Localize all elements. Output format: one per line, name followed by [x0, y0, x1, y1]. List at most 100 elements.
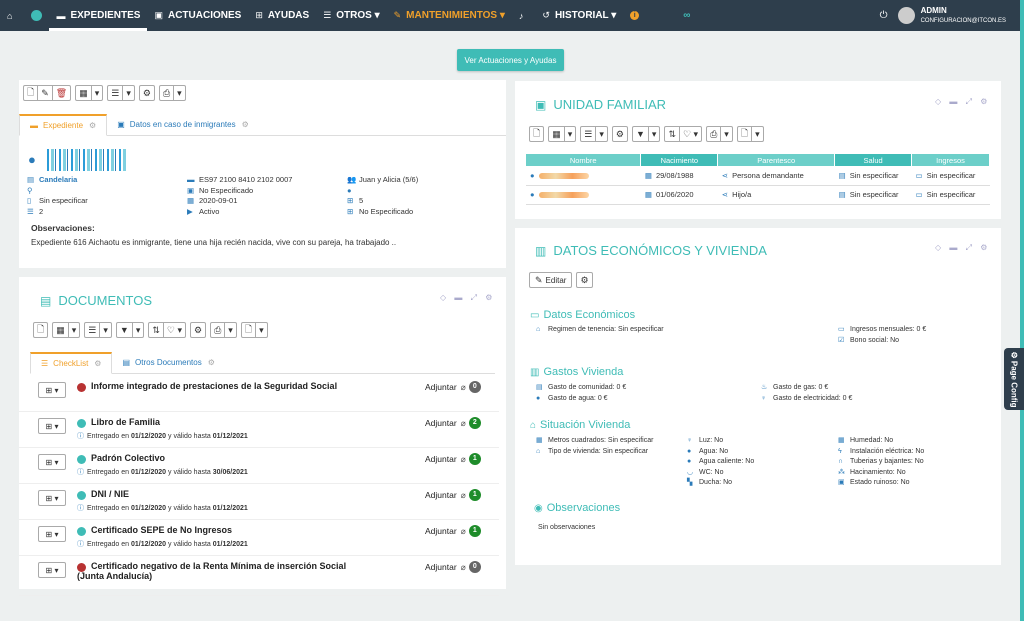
list-dropdown[interactable]: ▾: [123, 85, 135, 101]
print-dropdown[interactable]: ▾: [225, 322, 237, 338]
list-dropdown[interactable]: ▾: [596, 126, 608, 142]
layout-button[interactable]: ▦: [548, 126, 565, 142]
ver-actuaciones-button[interactable]: Ver Actuaciones y Ayudas: [457, 49, 564, 71]
tab-expediente[interactable]: ▬ Expediente ⚙: [19, 114, 108, 136]
filter-dropdown[interactable]: ▾: [132, 322, 145, 338]
nav-mantenimientos[interactable]: ✎ MANTENIMIENTOS ▾: [387, 0, 512, 31]
tab-checklist[interactable]: ☰ CheckList ⚙: [30, 352, 113, 374]
list-button[interactable]: ☰: [580, 126, 597, 142]
print-dropdown[interactable]: ▾: [721, 126, 733, 142]
list-item[interactable]: ⊞ ▾ Certificado SEPE de No Ingresos ⓘ Entre…: [19, 520, 499, 556]
new-doc-button[interactable]: 🗋: [33, 322, 49, 338]
layout-dropdown[interactable]: ▾: [68, 322, 81, 338]
editar-button[interactable]: ✎ Editar: [529, 272, 573, 288]
col-parentesco[interactable]: Parentesco: [717, 154, 836, 166]
list-button[interactable]: ☰: [84, 322, 101, 338]
list-item[interactable]: ⊞ ▾ Certificado negativo de la Renta Míni…: [19, 556, 499, 596]
col-ingresos[interactable]: Ingresos: [911, 154, 990, 166]
panel-controls[interactable]: ◇ ▬ ⤢ ⚙: [935, 97, 990, 107]
list-item[interactable]: ⊞ ▾ Libro de Familia ⓘ Entregado en 01/12/2…: [19, 412, 499, 448]
page-config-tab[interactable]: ⚙ Page Config: [1004, 348, 1024, 410]
filter-dropdown[interactable]: ▾: [648, 126, 661, 142]
user-area: ⏻ ADMIN configuracion@itcon.es: [880, 0, 1020, 31]
link-button[interactable]: ∞: [676, 0, 697, 31]
sort-button[interactable]: ⇅: [148, 322, 164, 338]
list-dropdown[interactable]: ▾: [100, 322, 112, 338]
col-nacimiento[interactable]: Nacimiento: [640, 154, 719, 166]
home-link[interactable]: ⌂: [0, 0, 24, 31]
paperclip-icon: ⌀: [460, 525, 466, 536]
list-item[interactable]: ⊞ ▾ Padrón Colectivo ⓘ Entregado en 01/12/2…: [19, 448, 499, 484]
print-button[interactable]: ⎙: [158, 85, 175, 101]
plus-square-icon: ⊞: [255, 10, 263, 20]
nav-ayudas[interactable]: ⊞ AYUDAS: [248, 0, 316, 31]
adjuntar-button[interactable]: Adjuntar ⌀ 2: [425, 417, 481, 429]
nav-actuaciones[interactable]: ▣ ACTUACIONES: [147, 0, 248, 31]
list-item[interactable]: ⊞ ▾ DNI / NIE ⓘ Entregado en 01/12/2020 y v…: [19, 484, 499, 520]
new-doc-button[interactable]: 🗋: [529, 126, 545, 142]
layout-dropdown[interactable]: ▾: [91, 85, 104, 101]
settings-button[interactable]: ⚙: [190, 322, 207, 338]
nav-historial[interactable]: ↺ HISTORIAL ▾: [535, 0, 623, 31]
export-dropdown[interactable]: ▾: [752, 126, 764, 142]
shower-icon: ▚: [687, 479, 693, 486]
share-icon: ⋖: [721, 170, 729, 180]
row-actions-dropdown[interactable]: ⊞ ▾: [38, 526, 66, 542]
health-icon: ▤: [838, 170, 846, 180]
building-icon: ▤: [27, 175, 35, 184]
print-dropdown[interactable]: ▾: [174, 85, 186, 101]
panel-controls[interactable]: ◇ ▬ ⤢ ⚙: [440, 293, 495, 303]
print-button[interactable]: ⎙: [706, 126, 722, 142]
list-icon: ☰: [27, 206, 34, 216]
row-actions-dropdown[interactable]: ⊞ ▾: [38, 454, 66, 470]
filter-button[interactable]: ▼: [631, 126, 649, 142]
user-info[interactable]: ADMIN configuracion@itcon.es: [921, 6, 1006, 26]
col-salud[interactable]: Salud: [834, 154, 913, 166]
adjuntar-button[interactable]: Adjuntar ⌀ 1: [425, 525, 481, 537]
info-button[interactable]: i: [623, 0, 646, 31]
list-button[interactable]: ☰: [107, 85, 124, 101]
settings-button[interactable]: ⚙: [576, 272, 593, 288]
sort-button[interactable]: ⇅: [664, 126, 680, 142]
filter-button[interactable]: ▼: [115, 322, 133, 338]
table-row[interactable]: ● ▦ 29/08/1988 ⋖ Persona demandante ▤ Sin e…: [526, 166, 990, 186]
panel-controls[interactable]: ◇ ▬ ⤢ ⚙: [935, 243, 990, 253]
settings-button[interactable]: ⚙: [138, 85, 155, 101]
layout-button[interactable]: ▦: [75, 85, 92, 101]
notifications-button[interactable]: ♪: [512, 0, 536, 31]
layout-button[interactable]: ▦: [52, 322, 69, 338]
pipe-icon: ∩: [838, 458, 844, 465]
export-button[interactable]: 🗋: [240, 322, 257, 338]
export-dropdown[interactable]: ▾: [256, 322, 268, 338]
table-row[interactable]: ● ▦ 01/06/2020 ⋖ Hijo/a ▤ Sin especificar ▭…: [526, 185, 990, 205]
row-actions-dropdown[interactable]: ⊞ ▾: [38, 562, 66, 578]
adjuntar-button[interactable]: Adjuntar ⌀ 0: [425, 381, 481, 393]
adjuntar-button[interactable]: Adjuntar ⌀ 1: [425, 489, 481, 501]
row-actions-dropdown[interactable]: ⊞ ▾: [38, 382, 66, 398]
power-icon[interactable]: ⏻: [880, 10, 888, 21]
settings-button[interactable]: ⚙: [611, 126, 628, 142]
globe-link[interactable]: [24, 0, 49, 31]
adjuntar-button[interactable]: Adjuntar ⌀ 1: [425, 453, 481, 465]
nav-expedientes[interactable]: ▬ EXPEDIENTES: [49, 0, 148, 31]
favorite-dropdown[interactable]: ♡ ▾: [163, 322, 186, 338]
adjuntar-button[interactable]: Adjuntar ⌀ 0: [425, 561, 481, 573]
favorite-dropdown[interactable]: ♡ ▾: [679, 126, 703, 142]
tab-otros-documentos[interactable]: ▤ Otros Documentos ⚙: [112, 351, 224, 373]
new-doc-button[interactable]: 🗋: [23, 85, 39, 101]
tab-inmigrantes[interactable]: ▣ Datos en caso de inmigrantes ⚙: [107, 113, 259, 135]
row-actions-dropdown[interactable]: ⊞ ▾: [38, 418, 66, 434]
list-item[interactable]: ⊞ ▾ Informe integrado de prestaciones de …: [19, 376, 499, 412]
row-actions-dropdown[interactable]: ⊞ ▾: [38, 490, 66, 506]
documentos-list: ⊞ ▾ Informe integrado de prestaciones de …: [19, 376, 499, 596]
export-button[interactable]: 🗋: [736, 126, 753, 142]
nav-otros[interactable]: ☰ OTROS ▾: [316, 0, 386, 31]
sort-icon: ⇅: [668, 128, 676, 139]
delete-button[interactable]: 🗑: [52, 85, 72, 101]
sort-icon: ⇅: [152, 324, 160, 335]
edit-button[interactable]: ✎: [38, 85, 53, 101]
layout-dropdown[interactable]: ▾: [564, 126, 577, 142]
print-button[interactable]: ⎙: [210, 322, 226, 338]
col-nombre[interactable]: Nombre: [526, 154, 642, 166]
avatar[interactable]: [897, 7, 915, 24]
